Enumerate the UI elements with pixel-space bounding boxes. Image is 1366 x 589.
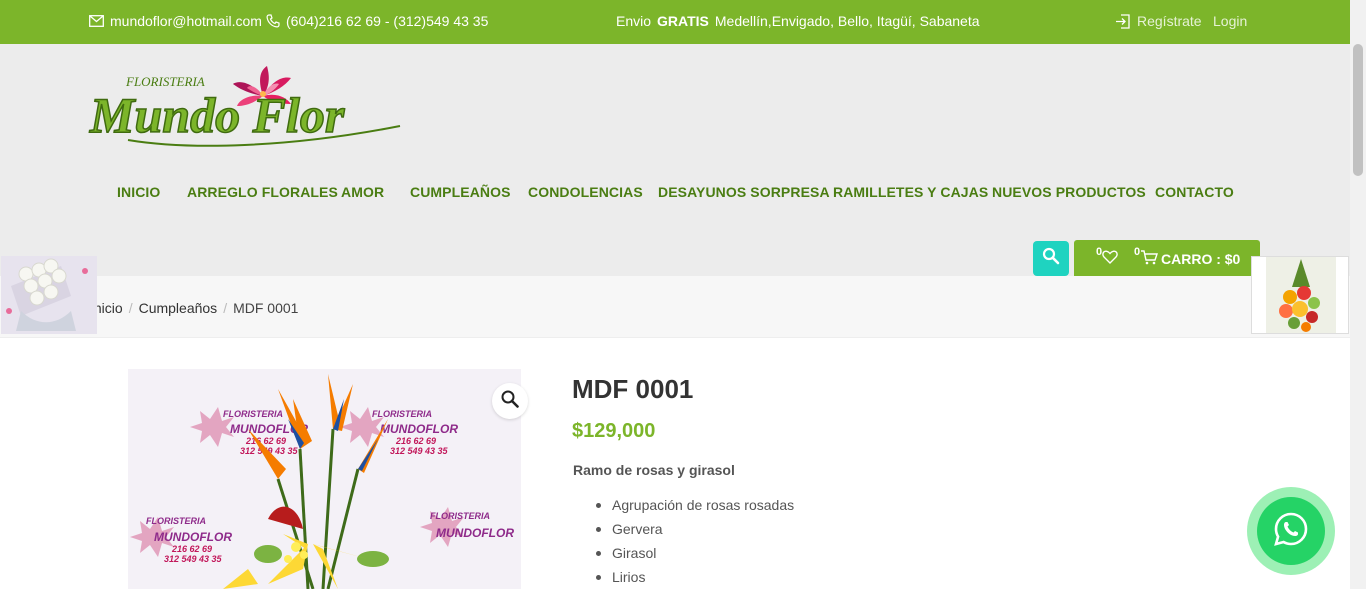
nav-cumpleanos[interactable]: CUMPLEAÑOS bbox=[410, 184, 511, 200]
login-link[interactable]: Login bbox=[1213, 13, 1247, 29]
watermark-brand: FLORISTERIA bbox=[430, 511, 490, 521]
breadcrumb-separator: / bbox=[128, 300, 133, 316]
list-item: Lirios bbox=[596, 569, 794, 589]
watermark-phone2: 312 549 43 35 bbox=[164, 554, 223, 564]
shipping-cities: Medellín,Envigado, Bello, Itagüí, Sabane… bbox=[714, 13, 980, 29]
list-item: Gervera bbox=[596, 521, 794, 545]
top-bar: mundoflor@hotmail.com (604)216 62 69 - (… bbox=[0, 0, 1350, 44]
nav-amor[interactable]: AMOR bbox=[341, 184, 384, 200]
product-description: Ramo de rosas y girasol bbox=[573, 462, 735, 478]
shipping-notice: Envio GRATIS Medellín,Envigado, Bello, Ita… bbox=[616, 13, 980, 29]
phone-text: (604)216 62 69 - (312)549 43 35 bbox=[286, 13, 489, 29]
nav-nuevos-productos[interactable]: NUEVOS PRODUCTOS bbox=[992, 184, 1146, 200]
next-product-image bbox=[1252, 257, 1348, 333]
watermark-phone1: 216 62 69 bbox=[171, 544, 212, 554]
email-text: mundoflor@hotmail.com bbox=[110, 13, 262, 29]
product-title: MDF 0001 bbox=[572, 374, 694, 404]
watermark-brand: FLORISTERIA bbox=[146, 516, 206, 526]
shipping-prefix: Envio bbox=[616, 13, 652, 29]
previous-product-image bbox=[1, 256, 97, 334]
nav-arreglo-florales[interactable]: ARREGLO FLORALES bbox=[187, 184, 338, 200]
nav-inicio[interactable]: INICIO bbox=[117, 184, 160, 200]
phone-icon bbox=[266, 14, 280, 28]
watermark-name: MUNDOFLOR bbox=[436, 526, 514, 540]
breadcrumb-current: MDF 0001 bbox=[233, 300, 299, 316]
whatsapp-button[interactable] bbox=[1247, 487, 1335, 575]
breadcrumb: Inicio / Cumpleaños / MDF 0001 bbox=[90, 300, 298, 316]
nav-condolencias[interactable]: CONDOLENCIAS bbox=[528, 184, 643, 200]
nav-ramilletes-y-cajas[interactable]: RAMILLETES Y CAJAS bbox=[833, 184, 988, 200]
whatsapp-icon bbox=[1273, 511, 1309, 552]
envelope-icon bbox=[89, 15, 104, 27]
whatsapp-button-inner bbox=[1257, 497, 1325, 565]
phone-contact[interactable]: (604)216 62 69 - (312)549 43 35 bbox=[266, 13, 488, 29]
page-scrollbar[interactable] bbox=[1350, 0, 1366, 589]
list-item: Girasol bbox=[596, 545, 794, 569]
scrollbar-thumb[interactable] bbox=[1353, 44, 1363, 176]
shipping-free: GRATIS bbox=[657, 13, 709, 29]
watermark-brand: FLORISTERIA bbox=[372, 409, 432, 419]
list-item: Agrupación de rosas rosadas bbox=[596, 497, 794, 521]
register-link[interactable]: Regístrate bbox=[1115, 13, 1202, 29]
product-image[interactable]: FLORISTERIA MUNDOFLOR 216 62 69 312 549 … bbox=[128, 369, 521, 589]
product-features: Agrupación de rosas rosadas Gervera Gira… bbox=[596, 497, 794, 589]
previous-product-thumbnail[interactable] bbox=[1, 256, 97, 334]
cart-bar[interactable]: 0 0 CARRO : $0 bbox=[1074, 240, 1260, 276]
register-label: Regístrate bbox=[1137, 13, 1202, 29]
watermark-phone1: 216 62 69 bbox=[245, 436, 286, 446]
watermark-name: MUNDOFLOR bbox=[154, 530, 232, 544]
cart-icon[interactable] bbox=[1140, 250, 1158, 268]
sign-in-icon bbox=[1115, 13, 1131, 29]
email-contact[interactable]: mundoflor@hotmail.com bbox=[89, 13, 262, 29]
breadcrumb-category[interactable]: Cumpleaños bbox=[139, 300, 218, 316]
heart-icon[interactable] bbox=[1102, 250, 1118, 267]
breadcrumb-separator: / bbox=[223, 300, 228, 316]
zoom-button[interactable] bbox=[492, 383, 528, 419]
search-button[interactable] bbox=[1033, 241, 1069, 276]
logo-big-text: Mundo Flor bbox=[89, 87, 345, 143]
cart-total-label: CARRO : $0 bbox=[1161, 251, 1241, 267]
watermark-phone2: 312 549 43 35 bbox=[390, 446, 449, 456]
watermark-phone1: 216 62 69 bbox=[395, 436, 436, 446]
site-logo[interactable]: FLORISTERIA Mundo Flor bbox=[88, 64, 403, 159]
logo-graphic: FLORISTERIA Mundo Flor bbox=[88, 66, 401, 147]
next-product-thumbnail[interactable] bbox=[1251, 256, 1349, 334]
watermark-brand: FLORISTERIA bbox=[223, 409, 283, 419]
watermark-name: MUNDOFLOR bbox=[380, 422, 458, 436]
breadcrumb-bar: Inicio / Cumpleaños / MDF 0001 bbox=[0, 276, 1350, 338]
nav-desayunos-sorpresa[interactable]: DESAYUNOS SORPRESA bbox=[658, 184, 830, 200]
product-price: $129,000 bbox=[572, 420, 656, 442]
nav-contacto[interactable]: CONTACTO bbox=[1155, 184, 1234, 200]
search-icon bbox=[1042, 247, 1060, 270]
magnifier-icon bbox=[501, 390, 519, 413]
product-photo: FLORISTERIA MUNDOFLOR 216 62 69 312 549 … bbox=[128, 369, 521, 589]
login-label: Login bbox=[1213, 13, 1248, 29]
